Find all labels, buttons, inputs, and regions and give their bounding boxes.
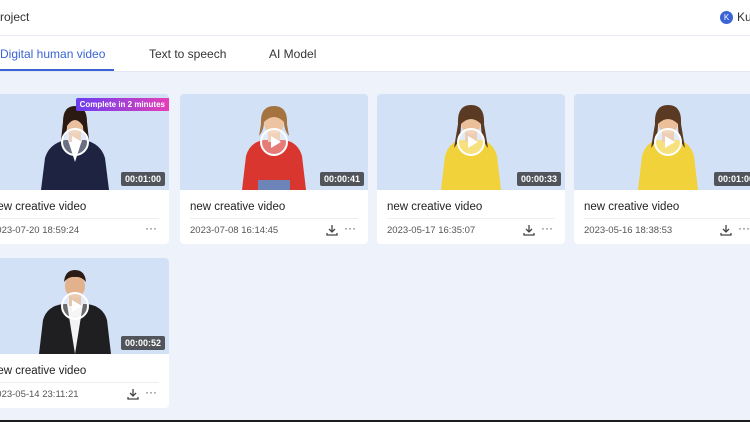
video-card[interactable]: 00:00:52 new creative video 2023-05-14 2… <box>0 258 169 408</box>
video-thumbnail[interactable]: 00:00:33 <box>377 94 565 190</box>
more-icon[interactable]: ··· <box>738 221 750 235</box>
download-icon[interactable] <box>326 224 338 236</box>
video-card[interactable]: Complete in 2 minutes 00:01:00 new creat… <box>0 94 169 244</box>
top-bar: roject K Ku <box>0 0 750 36</box>
video-date: 2023-05-14 23:11:21 <box>0 389 79 400</box>
status-badge: Complete in 2 minutes <box>75 98 169 111</box>
duration-badge: 00:00:41 <box>319 172 364 186</box>
download-icon[interactable] <box>127 388 139 400</box>
divider <box>0 382 159 383</box>
more-icon[interactable]: ··· <box>344 221 356 235</box>
more-icon[interactable]: ··· <box>541 221 553 235</box>
video-title: new creative video <box>0 365 87 377</box>
video-thumbnail[interactable]: 00:01:00 <box>574 94 750 190</box>
video-title: new creative video <box>190 201 286 213</box>
video-thumbnail[interactable]: Complete in 2 minutes 00:01:00 <box>0 94 169 190</box>
user-name[interactable]: Ku <box>737 10 750 24</box>
play-icon[interactable] <box>61 292 89 320</box>
video-thumbnail[interactable]: 00:00:41 <box>180 94 368 190</box>
active-tab-indicator <box>0 69 114 71</box>
divider <box>387 218 555 219</box>
duration-badge: 00:00:33 <box>516 172 561 186</box>
video-date: 2023-07-20 18:59:24 <box>0 225 80 236</box>
play-icon[interactable] <box>260 128 288 156</box>
divider <box>584 218 750 219</box>
download-icon[interactable] <box>523 224 535 236</box>
video-date: 2023-07-08 16:14:45 <box>190 225 279 236</box>
video-title: new creative video <box>584 201 680 213</box>
duration-badge: 00:01:00 <box>713 172 750 186</box>
page-title: roject <box>0 10 30 24</box>
tab-text-to-speech[interactable]: Text to speech <box>149 47 226 61</box>
tab-bar: Digital human video Text to speech AI Mo… <box>0 36 750 72</box>
tab-ai-model[interactable]: AI Model <box>269 47 316 61</box>
avatar[interactable]: K <box>720 10 733 24</box>
download-icon[interactable] <box>720 224 732 236</box>
play-icon[interactable] <box>61 128 89 156</box>
duration-badge: 00:01:00 <box>120 172 165 186</box>
play-icon[interactable] <box>457 128 485 156</box>
more-icon[interactable]: ··· <box>145 385 157 399</box>
duration-badge: 00:00:52 <box>120 336 165 350</box>
video-card[interactable]: 00:00:33 new creative video 2023-05-17 1… <box>377 94 565 244</box>
more-icon[interactable]: ··· <box>145 221 157 235</box>
user-menu[interactable]: K Ku <box>720 10 750 24</box>
video-thumbnail[interactable]: 00:00:52 <box>0 258 169 354</box>
play-icon[interactable] <box>654 128 682 156</box>
video-date: 2023-05-17 16:35:07 <box>387 225 476 236</box>
video-card[interactable]: 00:01:00 new creative video 2023-05-16 1… <box>574 94 750 244</box>
divider <box>0 218 159 219</box>
divider <box>190 218 358 219</box>
tab-digital-human-video[interactable]: Digital human video <box>0 47 105 61</box>
video-date: 2023-05-16 18:38:53 <box>584 225 673 236</box>
video-title: new creative video <box>0 201 87 213</box>
video-card[interactable]: 00:00:41 new creative video 2023-07-08 1… <box>180 94 368 244</box>
video-title: new creative video <box>387 201 483 213</box>
